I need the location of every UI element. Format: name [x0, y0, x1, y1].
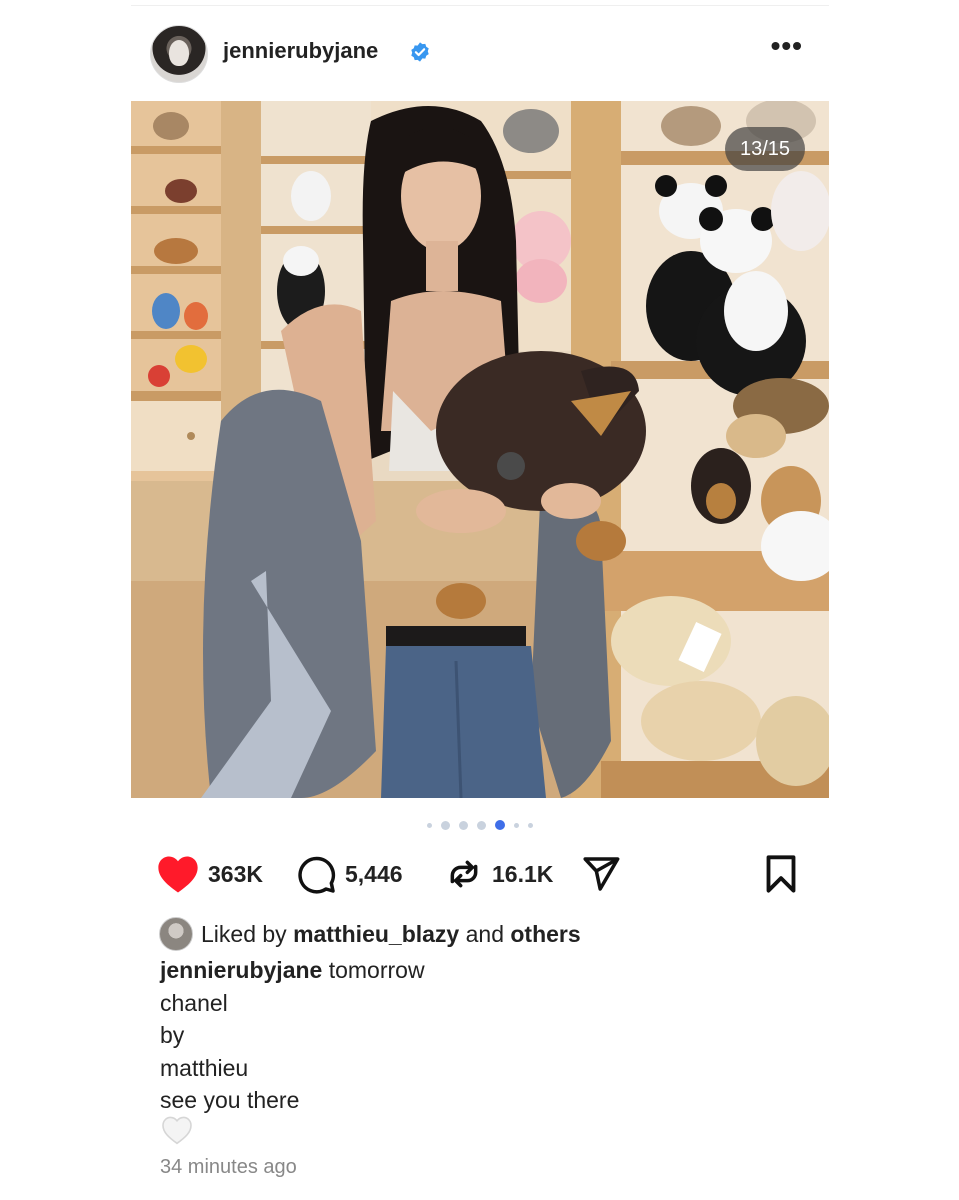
comment-bubble-icon[interactable] — [297, 854, 337, 894]
share-button[interactable] — [580, 848, 622, 900]
carousel-dot — [476, 820, 486, 830]
liked-by-prefix: Liked by — [201, 920, 287, 947]
action-bar: 363K 5,446 16.1K — [131, 848, 829, 900]
caption-line: by — [160, 1022, 185, 1048]
caption-line: see you there — [160, 1087, 300, 1113]
liked-by-row: Liked by matthieu_blazy and others — [159, 915, 581, 953]
save-button[interactable] — [763, 848, 799, 900]
photo-illustration — [131, 101, 829, 798]
repost-icon[interactable] — [444, 854, 484, 894]
top-divider — [131, 5, 829, 6]
image-counter: 13/15 — [725, 127, 805, 171]
post-caption: jennierubyjane tomorrow chanel by matthi… — [160, 954, 425, 1117]
bookmark-icon[interactable] — [763, 854, 799, 894]
comment-button[interactable]: 5,446 — [297, 848, 403, 900]
carousel-dot — [458, 820, 468, 830]
post-image[interactable]: 13/15 — [131, 101, 829, 798]
verified-badge-icon — [411, 42, 429, 62]
username-link[interactable]: jennierubyjane — [223, 38, 378, 64]
carousel-indicator — [0, 818, 959, 832]
liked-by-connector: and — [465, 920, 504, 947]
repost-button[interactable]: 16.1K — [444, 848, 553, 900]
post-timestamp: 34 minutes ago — [160, 1156, 297, 1178]
like-button[interactable]: 363K — [156, 848, 263, 900]
more-options-icon[interactable]: ••• — [771, 32, 803, 60]
caption-line: matthieu — [160, 1054, 249, 1081]
send-icon[interactable] — [580, 854, 622, 894]
caption-line: chanel — [160, 989, 228, 1016]
liker-avatar[interactable] — [159, 917, 193, 951]
post-header: jennierubyjane ••• — [131, 22, 829, 84]
profile-avatar[interactable] — [150, 25, 208, 83]
carousel-dot — [426, 822, 432, 828]
heart-filled-icon[interactable] — [156, 854, 200, 894]
caption-author[interactable]: jennierubyjane — [160, 957, 322, 983]
carousel-dot — [513, 822, 519, 828]
repost-count: 16.1K — [492, 860, 554, 887]
white-heart-emoji-icon — [161, 1115, 193, 1150]
carousel-dot — [527, 822, 533, 828]
like-count: 363K — [208, 860, 263, 887]
liker-username[interactable]: matthieu_blazy — [293, 921, 459, 948]
carousel-dot-active — [494, 820, 505, 830]
liked-by-others[interactable]: others — [510, 921, 580, 948]
caption-first-line: tomorrow — [328, 957, 425, 983]
comment-count: 5,446 — [345, 860, 403, 887]
carousel-dot — [440, 820, 450, 830]
